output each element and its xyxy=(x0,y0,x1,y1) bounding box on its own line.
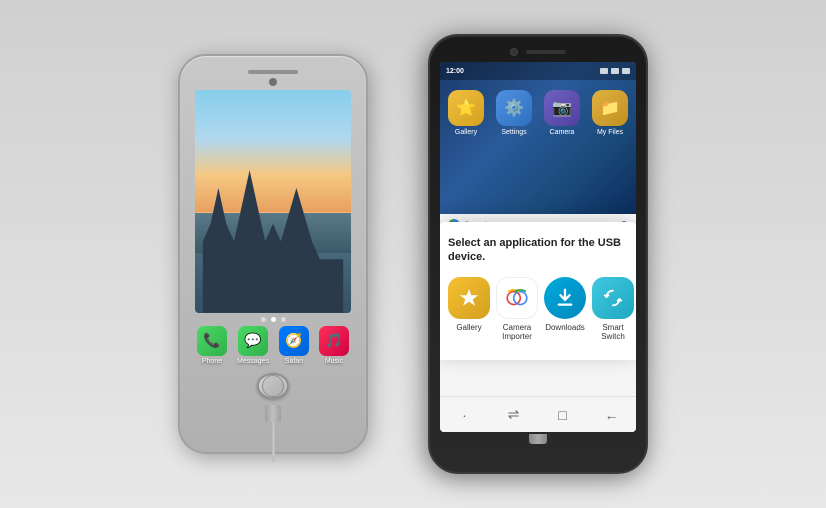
samsung-app-grid: ⭐ Gallery ⚙️ Settings 📷 Camera 📁 My File… xyxy=(440,80,636,146)
music-label: Music xyxy=(325,358,343,365)
safari-label: Safari xyxy=(285,358,303,365)
samsung-gallery-label: Gallery xyxy=(455,129,477,136)
iphone-app-messages[interactable]: 💬 Messages xyxy=(237,326,269,365)
dialog-gallery-icon xyxy=(448,277,490,319)
dialog-gallery-label: Gallery xyxy=(456,323,481,333)
dialog-smartswitch-label: Smart Switch xyxy=(592,323,634,342)
samsung-app-myfiles[interactable]: 📁 My Files xyxy=(592,90,628,136)
iphone-camera-row xyxy=(269,78,277,86)
iphone-page-dots xyxy=(261,317,286,322)
nav-recents[interactable]: ⇌ xyxy=(506,407,522,423)
samsung-usb-connector xyxy=(529,434,547,444)
dialog-title: Select an application for the USB device… xyxy=(448,236,628,265)
signal-icon xyxy=(600,68,608,74)
iphone-device: 📞 Phone 💬 Messages 🧭 Safari 🎵 Music xyxy=(178,54,368,454)
iphone-camera xyxy=(269,78,277,86)
dot-1 xyxy=(261,317,266,322)
samsung-front-camera xyxy=(510,48,518,56)
samsung-wallpaper: 12:00 ⭐ Gallery ⚙️ Settings xyxy=(440,62,636,222)
samsung-app-camera[interactable]: 📷 Camera xyxy=(544,90,580,136)
dialog-app-list: Gallery CameraImporter xyxy=(448,277,628,342)
samsung-myfiles-icon: 📁 xyxy=(592,90,628,126)
dialog-camera-importer-label: CameraImporter xyxy=(502,323,532,342)
nav-back[interactable]: ← xyxy=(604,407,620,423)
music-icon: 🎵 xyxy=(319,326,349,356)
samsung-nav-bar: · ⇌ □ ← xyxy=(440,396,636,432)
samsung-screen: 12:00 ⭐ Gallery ⚙️ Settings xyxy=(440,62,636,432)
nav-home[interactable]: □ xyxy=(555,407,571,423)
dot-2 xyxy=(271,317,276,322)
samsung-app-settings[interactable]: ⚙️ Settings xyxy=(496,90,532,136)
iphone-dock: 📞 Phone 💬 Messages 🧭 Safari 🎵 Music xyxy=(197,326,349,365)
samsung-top-bar xyxy=(510,48,566,56)
iphone-cable xyxy=(272,422,275,462)
dialog-app-gallery[interactable]: Gallery xyxy=(448,277,490,342)
dialog-app-downloads[interactable]: Downloads xyxy=(544,277,586,342)
usb-dialog: Select an application for the USB device… xyxy=(440,222,636,360)
messages-label: Messages xyxy=(237,358,269,365)
iphone-speaker xyxy=(248,70,298,74)
iphone-home-inner xyxy=(262,375,284,397)
dialog-downloads-label: Downloads xyxy=(545,323,585,333)
iphone-lightning-connector xyxy=(265,405,281,421)
iphone-app-music[interactable]: 🎵 Music xyxy=(319,326,349,365)
dialog-camera-importer-icon xyxy=(496,277,538,319)
phone-icon: 📞 xyxy=(197,326,227,356)
iphone-app-phone[interactable]: 📞 Phone xyxy=(197,326,227,365)
samsung-camera-icon: 📷 xyxy=(544,90,580,126)
samsung-device: 12:00 ⭐ Gallery ⚙️ Settings xyxy=(428,34,648,474)
samsung-settings-icon: ⚙️ xyxy=(496,90,532,126)
samsung-gallery-icon: ⭐ xyxy=(448,90,484,126)
dialog-app-smart-switch[interactable]: Smart Switch xyxy=(592,277,634,342)
safari-icon: 🧭 xyxy=(279,326,309,356)
samsung-app-gallery[interactable]: ⭐ Gallery xyxy=(448,90,484,136)
wifi-icon xyxy=(611,68,619,74)
nav-dot: · xyxy=(457,407,473,423)
status-icons xyxy=(600,68,630,74)
samsung-camera-label: Camera xyxy=(550,129,575,136)
dialog-downloads-icon xyxy=(544,277,586,319)
samsung-speaker xyxy=(526,50,566,54)
iphone-screen xyxy=(195,90,351,313)
dialog-app-camera-importer[interactable]: CameraImporter xyxy=(496,277,538,342)
samsung-settings-label: Settings xyxy=(501,129,526,136)
dialog-smartswitch-icon xyxy=(592,277,634,319)
main-scene: 📞 Phone 💬 Messages 🧭 Safari 🎵 Music xyxy=(0,0,826,508)
samsung-status-bar: 12:00 xyxy=(440,62,636,80)
iphone-app-safari[interactable]: 🧭 Safari xyxy=(279,326,309,365)
phone-label: Phone xyxy=(202,358,222,365)
messages-icon: 💬 xyxy=(238,326,268,356)
samsung-myfiles-label: My Files xyxy=(597,129,623,136)
dot-3 xyxy=(281,317,286,322)
battery-icon xyxy=(622,68,630,74)
samsung-time: 12:00 xyxy=(446,68,464,75)
iphone-home-button[interactable] xyxy=(257,373,289,400)
